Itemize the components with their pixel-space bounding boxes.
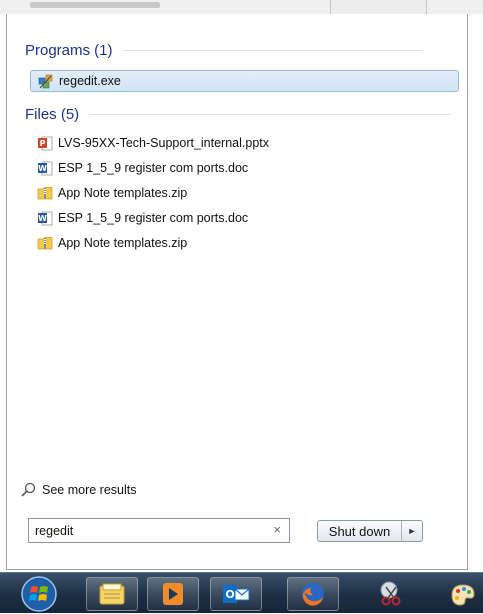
file-result-doc[interactable]: W ESP 1_5_9 register com ports.doc	[37, 207, 248, 229]
search-icon	[21, 482, 36, 497]
zip-folder-icon	[37, 237, 53, 250]
programs-section-header: Programs (1)	[25, 42, 423, 59]
background-window-frame	[330, 0, 427, 14]
file-result-label: ESP 1_5_9 register com ports.doc	[58, 161, 249, 175]
file-result-zip[interactable]: App Note templates.zip	[37, 182, 187, 204]
files-section-header: Files (5)	[25, 106, 452, 123]
firefox-icon	[302, 583, 324, 606]
programs-section-title: Programs (1)	[25, 42, 113, 59]
paint-icon	[450, 584, 475, 606]
svg-text:W: W	[38, 214, 47, 223]
svg-text:W: W	[38, 164, 47, 173]
file-result-label: App Note templates.zip	[58, 236, 188, 250]
files-section-divider	[89, 114, 452, 115]
start-orb-icon	[21, 576, 57, 612]
shutdown-options-arrow-icon[interactable]: ►	[401, 521, 422, 541]
see-more-results-label: See more results	[42, 482, 137, 497]
search-input[interactable]	[35, 523, 265, 538]
shutdown-split-button[interactable]: Shut down ►	[317, 520, 423, 542]
word-icon: W	[38, 161, 53, 176]
start-search-box[interactable]: ×	[28, 518, 290, 543]
word-icon: W	[38, 211, 53, 226]
taskbar-firefox[interactable]	[287, 577, 339, 611]
program-result-regedit[interactable]: regedit.exe	[30, 70, 459, 92]
see-more-results-link[interactable]: See more results	[21, 482, 136, 497]
svg-text:P: P	[40, 139, 46, 148]
start-menu-panel: Programs (1) regedit.exe Files (5) P LVS…	[6, 14, 468, 570]
file-result-label: ESP 1_5_9 register com ports.doc	[58, 211, 249, 225]
clear-search-icon[interactable]: ×	[273, 522, 281, 537]
snipping-tool-icon	[380, 581, 401, 606]
start-button[interactable]	[10, 576, 68, 612]
powerpoint-icon: P	[38, 136, 53, 151]
taskbar-paint[interactable]	[440, 577, 483, 611]
taskbar-outlook[interactable]: O	[210, 577, 262, 611]
taskbar-file-explorer[interactable]	[86, 577, 138, 611]
programs-section-divider	[122, 50, 423, 51]
svg-text:O: O	[225, 588, 234, 601]
files-section-title: Files (5)	[25, 106, 80, 123]
file-result-doc[interactable]: W ESP 1_5_9 register com ports.doc	[37, 157, 248, 179]
file-result-pptx[interactable]: P LVS-95XX-Tech-Support_internal.pptx	[37, 132, 269, 154]
file-result-label: App Note templates.zip	[58, 186, 188, 200]
program-result-label: regedit.exe	[59, 74, 121, 88]
media-player-icon	[163, 583, 183, 605]
taskbar: O	[0, 572, 483, 613]
background-window-strip	[0, 0, 483, 14]
background-window-title	[30, 2, 160, 8]
outlook-icon: O	[223, 585, 250, 603]
taskbar-media-player[interactable]	[147, 577, 199, 611]
taskbar-snipping-tool[interactable]	[365, 577, 417, 611]
registry-editor-icon	[38, 74, 53, 89]
file-explorer-icon	[99, 583, 125, 605]
shutdown-button[interactable]: Shut down	[318, 521, 401, 541]
file-result-zip[interactable]: App Note templates.zip	[37, 232, 187, 254]
zip-folder-icon	[37, 187, 53, 200]
file-result-label: LVS-95XX-Tech-Support_internal.pptx	[58, 136, 269, 150]
